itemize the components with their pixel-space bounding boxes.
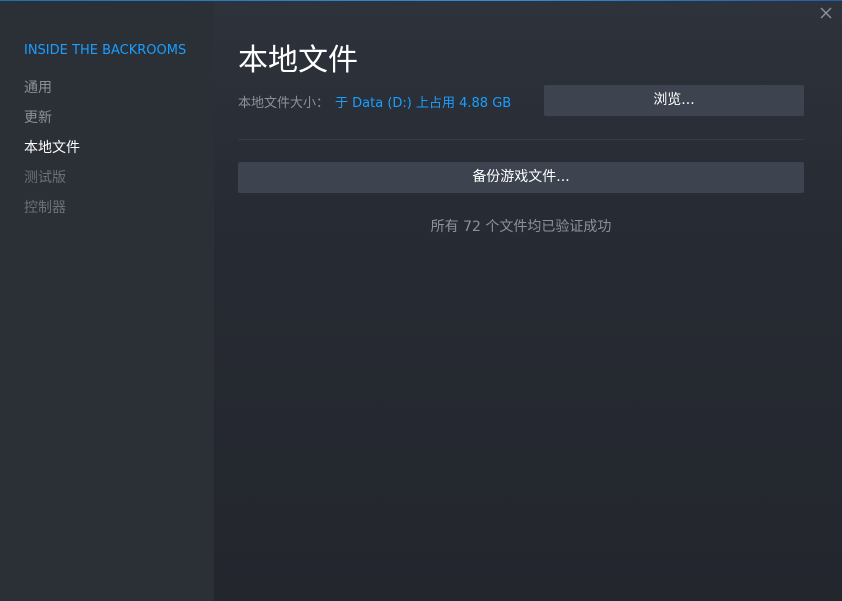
sidebar-item-controller[interactable]: 控制器 bbox=[24, 197, 80, 227]
page-title: 本地文件 bbox=[238, 43, 358, 78]
local-file-size-value[interactable]: 于 Data (D:) 上占用 4.88 GB bbox=[335, 96, 511, 111]
local-file-size-row: 本地文件大小： 于 Data (D:) 上占用 4.88 GB bbox=[238, 92, 511, 111]
properties-window: INSIDE THE BACKROOMS 通用 更新 本地文件 测试版 控制器 … bbox=[0, 0, 842, 601]
close-icon[interactable] bbox=[818, 5, 834, 21]
game-title: INSIDE THE BACKROOMS bbox=[24, 43, 187, 58]
sidebar-item-betas[interactable]: 测试版 bbox=[24, 167, 80, 197]
local-file-size-label: 本地文件大小： bbox=[238, 96, 330, 111]
browse-button[interactable]: 浏览... bbox=[544, 85, 804, 116]
verification-status-text: 所有 72 个文件均已验证成功 bbox=[430, 219, 612, 235]
sidebar: INSIDE THE BACKROOMS 通用 更新 本地文件 测试版 控制器 bbox=[0, 1, 214, 601]
backup-game-files-button[interactable]: 备份游戏文件... bbox=[238, 162, 804, 193]
sidebar-item-local-files[interactable]: 本地文件 bbox=[24, 137, 80, 167]
divider bbox=[238, 139, 804, 140]
sidebar-nav: 通用 更新 本地文件 测试版 控制器 bbox=[24, 77, 80, 227]
sidebar-item-general[interactable]: 通用 bbox=[24, 77, 80, 107]
main-panel: 本地文件 本地文件大小： 于 Data (D:) 上占用 4.88 GB 浏览..… bbox=[214, 1, 842, 601]
sidebar-item-updates[interactable]: 更新 bbox=[24, 107, 80, 137]
